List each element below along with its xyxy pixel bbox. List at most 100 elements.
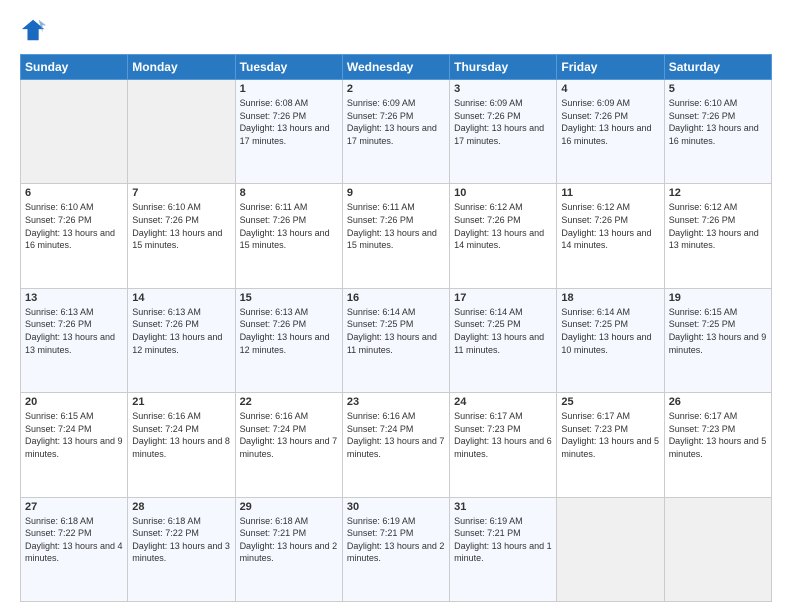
page: SundayMondayTuesdayWednesdayThursdayFrid… — [0, 0, 792, 612]
day-number: 7 — [132, 187, 230, 199]
day-number: 31 — [454, 501, 552, 513]
cell-sun-info: Sunrise: 6:09 AMSunset: 7:26 PMDaylight:… — [561, 97, 659, 147]
calendar-cell: 9 Sunrise: 6:11 AMSunset: 7:26 PMDaylight… — [342, 184, 449, 288]
day-number: 24 — [454, 396, 552, 408]
header — [20, 16, 772, 44]
day-number: 18 — [561, 292, 659, 304]
day-number: 1 — [240, 83, 338, 95]
calendar-cell: 18 Sunrise: 6:14 AMSunset: 7:25 PMDayligh… — [557, 288, 664, 392]
day-number: 21 — [132, 396, 230, 408]
day-header-monday: Monday — [128, 55, 235, 80]
cell-sun-info: Sunrise: 6:16 AMSunset: 7:24 PMDaylight:… — [347, 410, 445, 460]
day-number: 15 — [240, 292, 338, 304]
calendar-cell: 21 Sunrise: 6:16 AMSunset: 7:24 PMDayligh… — [128, 393, 235, 497]
cell-sun-info: Sunrise: 6:17 AMSunset: 7:23 PMDaylight:… — [669, 410, 767, 460]
day-header-tuesday: Tuesday — [235, 55, 342, 80]
calendar-cell: 14Sunrise: 6:13 AMSunset: 7:26 PMDayligh… — [128, 288, 235, 392]
calendar-cell: 6 Sunrise: 6:10 AMSunset: 7:26 PMDaylight… — [21, 184, 128, 288]
cell-sun-info: Sunrise: 6:19 AMSunset: 7:21 PMDaylight:… — [347, 515, 445, 565]
calendar-cell: 27Sunrise: 6:18 AMSunset: 7:22 PMDayligh… — [21, 497, 128, 601]
calendar-cell: 5 Sunrise: 6:10 AMSunset: 7:26 PMDaylight… — [664, 80, 771, 184]
calendar-week-5: 27Sunrise: 6:18 AMSunset: 7:22 PMDayligh… — [21, 497, 772, 601]
calendar-cell: 22 Sunrise: 6:16 AMSunset: 7:24 PMDayligh… — [235, 393, 342, 497]
cell-sun-info: Sunrise: 6:18 AMSunset: 7:22 PMDaylight:… — [25, 515, 123, 565]
calendar-cell: 11Sunrise: 6:12 AMSunset: 7:26 PMDayligh… — [557, 184, 664, 288]
logo — [20, 16, 52, 44]
cell-sun-info: Sunrise: 6:12 AMSunset: 7:26 PMDaylight:… — [454, 201, 552, 251]
cell-sun-info: Sunrise: 6:08 AMSunset: 7:26 PMDaylight:… — [240, 97, 338, 147]
day-number: 22 — [240, 396, 338, 408]
calendar-table: SundayMondayTuesdayWednesdayThursdayFrid… — [20, 54, 772, 602]
calendar-cell: 24 Sunrise: 6:17 AMSunset: 7:23 PMDayligh… — [450, 393, 557, 497]
calendar-cell: 25 Sunrise: 6:17 AMSunset: 7:23 PMDayligh… — [557, 393, 664, 497]
day-header-wednesday: Wednesday — [342, 55, 449, 80]
day-number: 25 — [561, 396, 659, 408]
calendar-cell: 10 Sunrise: 6:12 AMSunset: 7:26 PMDayligh… — [450, 184, 557, 288]
cell-sun-info: Sunrise: 6:10 AMSunset: 7:26 PMDaylight:… — [669, 97, 767, 147]
day-number: 19 — [669, 292, 767, 304]
day-number: 10 — [454, 187, 552, 199]
day-number: 28 — [132, 501, 230, 513]
calendar-cell: 13Sunrise: 6:13 AMSunset: 7:26 PMDayligh… — [21, 288, 128, 392]
day-number: 17 — [454, 292, 552, 304]
calendar-cell — [21, 80, 128, 184]
day-header-friday: Friday — [557, 55, 664, 80]
cell-sun-info: Sunrise: 6:16 AMSunset: 7:24 PMDaylight:… — [240, 410, 338, 460]
day-number: 4 — [561, 83, 659, 95]
day-number: 16 — [347, 292, 445, 304]
cell-sun-info: Sunrise: 6:15 AMSunset: 7:25 PMDaylight:… — [669, 306, 767, 356]
day-header-sunday: Sunday — [21, 55, 128, 80]
cell-sun-info: Sunrise: 6:09 AMSunset: 7:26 PMDaylight:… — [347, 97, 445, 147]
cell-sun-info: Sunrise: 6:12 AMSunset: 7:26 PMDaylight:… — [561, 201, 659, 251]
calendar-cell: 28 Sunrise: 6:18 AMSunset: 7:22 PMDayligh… — [128, 497, 235, 601]
day-number: 6 — [25, 187, 123, 199]
day-number: 23 — [347, 396, 445, 408]
calendar-cell: 1 Sunrise: 6:08 AMSunset: 7:26 PMDaylight… — [235, 80, 342, 184]
calendar-header-row: SundayMondayTuesdayWednesdayThursdayFrid… — [21, 55, 772, 80]
day-number: 2 — [347, 83, 445, 95]
calendar-cell: 3 Sunrise: 6:09 AMSunset: 7:26 PMDaylight… — [450, 80, 557, 184]
calendar-cell: 31 Sunrise: 6:19 AMSunset: 7:21 PMDayligh… — [450, 497, 557, 601]
day-number: 3 — [454, 83, 552, 95]
cell-sun-info: Sunrise: 6:10 AMSunset: 7:26 PMDaylight:… — [25, 201, 123, 251]
calendar-cell: 8Sunrise: 6:11 AMSunset: 7:26 PMDaylight… — [235, 184, 342, 288]
day-number: 9 — [347, 187, 445, 199]
cell-sun-info: Sunrise: 6:14 AMSunset: 7:25 PMDaylight:… — [561, 306, 659, 356]
calendar-cell — [128, 80, 235, 184]
cell-sun-info: Sunrise: 6:18 AMSunset: 7:21 PMDaylight:… — [240, 515, 338, 565]
day-number: 5 — [669, 83, 767, 95]
cell-sun-info: Sunrise: 6:19 AMSunset: 7:21 PMDaylight:… — [454, 515, 552, 565]
day-number: 26 — [669, 396, 767, 408]
cell-sun-info: Sunrise: 6:11 AMSunset: 7:26 PMDaylight:… — [347, 201, 445, 251]
calendar-cell: 2 Sunrise: 6:09 AMSunset: 7:26 PMDaylight… — [342, 80, 449, 184]
calendar-week-3: 13Sunrise: 6:13 AMSunset: 7:26 PMDayligh… — [21, 288, 772, 392]
calendar-cell: 20Sunrise: 6:15 AMSunset: 7:24 PMDayligh… — [21, 393, 128, 497]
calendar-cell: 23 Sunrise: 6:16 AMSunset: 7:24 PMDayligh… — [342, 393, 449, 497]
day-number: 29 — [240, 501, 338, 513]
calendar-cell: 19 Sunrise: 6:15 AMSunset: 7:25 PMDayligh… — [664, 288, 771, 392]
calendar-cell: 4 Sunrise: 6:09 AMSunset: 7:26 PMDaylight… — [557, 80, 664, 184]
calendar-cell: 26 Sunrise: 6:17 AMSunset: 7:23 PMDayligh… — [664, 393, 771, 497]
calendar-cell: 17 Sunrise: 6:14 AMSunset: 7:25 PMDayligh… — [450, 288, 557, 392]
day-header-thursday: Thursday — [450, 55, 557, 80]
cell-sun-info: Sunrise: 6:17 AMSunset: 7:23 PMDaylight:… — [454, 410, 552, 460]
calendar-week-4: 20Sunrise: 6:15 AMSunset: 7:24 PMDayligh… — [21, 393, 772, 497]
cell-sun-info: Sunrise: 6:10 AMSunset: 7:26 PMDaylight:… — [132, 201, 230, 251]
cell-sun-info: Sunrise: 6:17 AMSunset: 7:23 PMDaylight:… — [561, 410, 659, 460]
logo-icon — [20, 16, 48, 44]
day-number: 20 — [25, 396, 123, 408]
calendar-cell: 7 Sunrise: 6:10 AMSunset: 7:26 PMDaylight… — [128, 184, 235, 288]
day-header-saturday: Saturday — [664, 55, 771, 80]
calendar-cell: 15Sunrise: 6:13 AMSunset: 7:26 PMDayligh… — [235, 288, 342, 392]
cell-sun-info: Sunrise: 6:16 AMSunset: 7:24 PMDaylight:… — [132, 410, 230, 460]
cell-sun-info: Sunrise: 6:09 AMSunset: 7:26 PMDaylight:… — [454, 97, 552, 147]
cell-sun-info: Sunrise: 6:13 AMSunset: 7:26 PMDaylight:… — [25, 306, 123, 356]
cell-sun-info: Sunrise: 6:11 AMSunset: 7:26 PMDaylight:… — [240, 201, 338, 251]
calendar-cell — [557, 497, 664, 601]
calendar-cell: 30Sunrise: 6:19 AMSunset: 7:21 PMDayligh… — [342, 497, 449, 601]
cell-sun-info: Sunrise: 6:14 AMSunset: 7:25 PMDaylight:… — [454, 306, 552, 356]
day-number: 12 — [669, 187, 767, 199]
calendar-week-1: 1 Sunrise: 6:08 AMSunset: 7:26 PMDaylight… — [21, 80, 772, 184]
cell-sun-info: Sunrise: 6:18 AMSunset: 7:22 PMDaylight:… — [132, 515, 230, 565]
day-number: 14 — [132, 292, 230, 304]
